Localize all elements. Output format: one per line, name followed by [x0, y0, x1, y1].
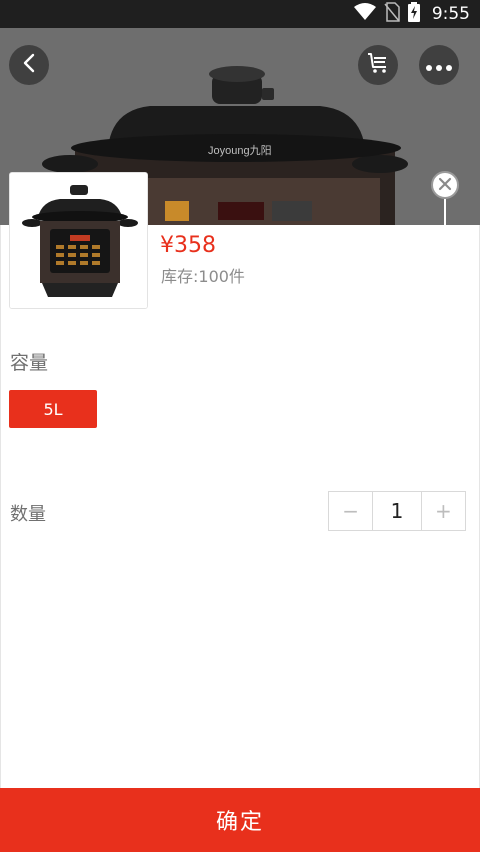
- quantity-value[interactable]: 1: [372, 492, 422, 530]
- close-connector: [444, 199, 446, 225]
- cart-button[interactable]: [358, 45, 398, 85]
- brand-logo-text: Joyoung九阳: [208, 145, 272, 157]
- more-button[interactable]: [419, 45, 459, 85]
- back-button[interactable]: [9, 45, 49, 85]
- battery-charging-icon: [407, 2, 420, 26]
- status-time: 9:55: [431, 4, 470, 24]
- cart-icon: [366, 52, 390, 78]
- product-price: ¥358: [160, 233, 216, 258]
- close-icon: [438, 176, 452, 195]
- product-thumbnail: [9, 172, 148, 309]
- status-bar: 9:55: [0, 0, 480, 28]
- option-5l-chip[interactable]: 5L: [9, 390, 97, 428]
- no-sim-icon: [384, 2, 400, 26]
- quantity-stepper: − 1 +: [328, 491, 466, 531]
- wifi-icon: [353, 3, 376, 25]
- more-dots-icon: [426, 56, 452, 75]
- confirm-button[interactable]: 确定: [0, 788, 480, 852]
- capacity-title: 容量: [10, 352, 49, 374]
- chevron-left-icon: [21, 53, 37, 77]
- decrease-button[interactable]: −: [329, 492, 372, 530]
- increase-button[interactable]: +: [422, 492, 465, 530]
- stock-count: 库存:100件: [161, 267, 245, 286]
- close-sheet-button[interactable]: [431, 171, 459, 199]
- quantity-label: 数量: [10, 504, 46, 525]
- sku-selector-sheet: [0, 225, 480, 852]
